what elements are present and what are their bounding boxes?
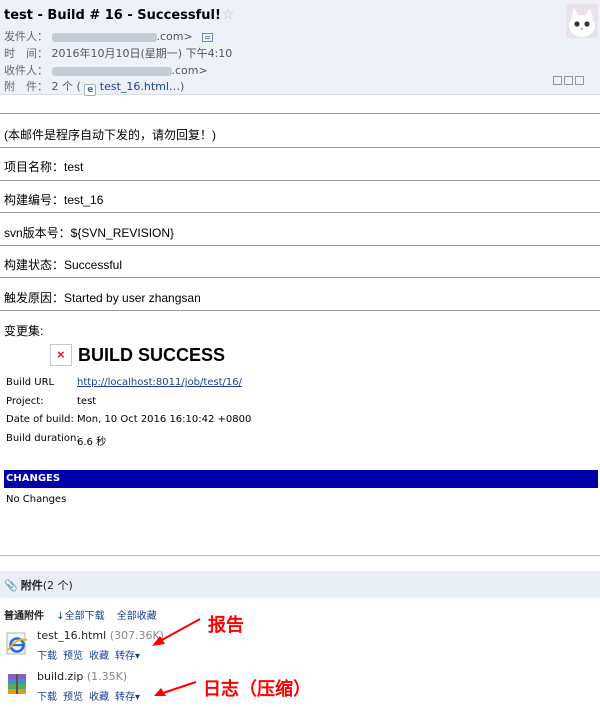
auto-notice: (本邮件是程序自动下发的，请勿回复！)	[4, 128, 216, 142]
time-row: 时 间： 2016年10月10日(星期一) 下午4:10	[4, 45, 232, 61]
build-duration-label: Build duration:	[6, 433, 80, 444]
broken-image-glyph: ×	[57, 347, 65, 362]
file-name-text[interactable]: test_16.html	[37, 629, 106, 642]
to-label: 收件人：	[4, 64, 48, 77]
paren-close: )	[179, 80, 185, 93]
window-icon[interactable]	[553, 76, 562, 85]
trigger-reason: 触发原因：Started by user zhangsan	[4, 291, 201, 305]
build-status: 构建状态：Successful	[4, 258, 123, 272]
header-tools	[553, 76, 586, 88]
from-domain[interactable]: .com>	[157, 30, 193, 43]
arrow-line-report	[159, 618, 201, 642]
attachment-file-name[interactable]: test_16.html (307.36K)	[37, 629, 164, 642]
time-value: 2016年10月10日(星期一) 下午4:10	[51, 47, 233, 60]
divider	[0, 555, 600, 556]
attachments-title-text: 附件	[20, 579, 43, 592]
star-icon[interactable]: ☆	[222, 7, 235, 23]
attachment-file-name[interactable]: build.zip (1.35K)	[37, 670, 127, 683]
download-link[interactable]: 下载	[37, 651, 57, 662]
cat-avatar-icon	[566, 4, 598, 38]
save-to-dropdown[interactable]: 转存▾	[115, 692, 140, 703]
time-label: 时 间：	[4, 47, 48, 60]
save-to-dropdown[interactable]: 转存▾	[115, 651, 140, 662]
attachment-link[interactable]: test_16.html…	[100, 80, 180, 93]
contact-card-icon[interactable]	[202, 32, 214, 42]
svn-version: svn版本号：${SVN_REVISION}	[4, 226, 175, 240]
project-value: test	[77, 396, 97, 407]
build-url-link[interactable]: http://localhost:8011/job/test/16/	[77, 377, 242, 388]
subject-text: test - Build # 16 - Successful!	[4, 8, 221, 23]
project-name: 项目名称：test	[4, 160, 84, 174]
to-row: 收件人： .com>	[4, 62, 208, 78]
attachments-count: (2 个)	[42, 579, 73, 592]
divider	[0, 212, 600, 213]
file-size: (1.35K)	[86, 670, 128, 683]
archive-icon[interactable]	[575, 76, 584, 85]
divider	[0, 147, 600, 148]
download-all-link[interactable]: ↓全部下载	[56, 611, 104, 622]
divider	[0, 180, 600, 181]
favorite-link[interactable]: 收藏	[89, 692, 109, 703]
attachments-section-header: 📎 附件(2 个)	[0, 571, 600, 598]
build-success-title: BUILD SUCCESS	[78, 345, 226, 365]
download-link[interactable]: 下载	[37, 692, 57, 703]
divider	[0, 277, 600, 278]
file-size: (307.36K)	[109, 629, 164, 642]
file-actions: 下载 预览 收藏 转存▾	[37, 688, 146, 703]
attachments-title: 📎 附件(2 个)	[4, 577, 73, 593]
no-changes-text: No Changes	[6, 494, 67, 505]
divider	[0, 245, 600, 246]
annotation-report: 报告	[208, 615, 244, 636]
paren-open: (	[76, 80, 81, 93]
annotation-log: 日志（压缩）	[203, 679, 311, 700]
html-file-icon: e	[84, 84, 97, 96]
attachment-label: 附 件：	[4, 80, 48, 93]
archive-icon	[8, 674, 26, 694]
changeset-label: 变更集:	[4, 324, 44, 338]
attachment-toolbar: 普通附件 ↓全部下载 全部收藏	[4, 607, 157, 622]
build-number: 构建编号：test_16	[4, 193, 104, 207]
attachment-summary-row: 附 件： 2 个 ( e test_16.html…)	[4, 78, 184, 96]
email-header: test - Build # 16 - Successful!☆ 发件人： .c…	[0, 0, 600, 96]
redacted-recipient	[51, 66, 172, 76]
print-icon[interactable]	[564, 76, 573, 85]
redacted-sender	[51, 32, 157, 42]
divider	[0, 310, 600, 311]
file-actions: 下载 预览 收藏 转存▾	[37, 647, 146, 662]
broken-image-icon: ×	[50, 344, 72, 366]
project-label: Project:	[6, 396, 44, 407]
divider	[0, 113, 600, 114]
file-name-text[interactable]: build.zip	[37, 670, 83, 683]
build-url-label: Build URL	[6, 377, 55, 388]
changes-header: CHANGES	[4, 470, 598, 488]
arrow-line-log	[162, 681, 197, 694]
preview-link[interactable]: 预览	[63, 692, 83, 703]
arrow-head-log	[154, 688, 166, 696]
attachment-count: 2 个	[51, 80, 74, 93]
favorite-link[interactable]: 收藏	[89, 651, 109, 662]
sender-avatar	[566, 4, 598, 38]
email-subject: test - Build # 16 - Successful!☆	[4, 7, 234, 23]
from-label: 发件人：	[4, 30, 48, 43]
plain-attachments-label: 普通附件	[4, 611, 44, 622]
from-row: 发件人： .com>	[4, 28, 214, 44]
date-of-build-value: Mon, 10 Oct 2016 16:10:42 +0800	[77, 414, 252, 425]
preview-link[interactable]: 预览	[63, 651, 83, 662]
date-of-build-label: Date of build:	[6, 414, 74, 425]
build-duration-value: 6.6 秒	[77, 437, 107, 448]
paperclip-icon: 📎	[4, 579, 18, 592]
favorite-all-link[interactable]: 全部收藏	[117, 611, 157, 622]
to-domain[interactable]: .com>	[172, 64, 208, 77]
ie-icon	[6, 632, 28, 655]
